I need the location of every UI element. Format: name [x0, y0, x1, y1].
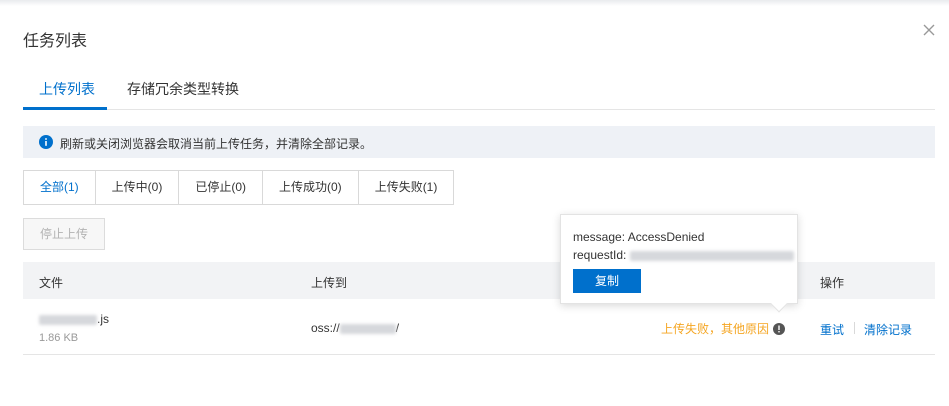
tab-storage-redundancy[interactable]: 存储冗余类型转换	[127, 79, 239, 99]
close-icon[interactable]	[919, 20, 939, 40]
table-header: 文件 上传到 操作	[23, 262, 935, 299]
clear-record-link[interactable]: 清除记录	[864, 321, 912, 338]
notice-text: 刷新或关闭浏览器会取消当前上传任务，并清除全部记录。	[60, 137, 373, 151]
header-dest: 上传到	[311, 276, 348, 290]
redacted-text	[629, 250, 794, 261]
file-size: 1.86 KB	[39, 332, 79, 344]
dialog-title: 任务列表	[23, 33, 88, 50]
retry-link[interactable]: 重试	[820, 321, 844, 338]
dest-prefix: oss://	[311, 321, 340, 335]
action-divider	[854, 322, 855, 334]
filter-failed[interactable]: 上传失败(1)	[357, 170, 455, 205]
request-id-line: requestId:	[573, 248, 794, 262]
filter-succeeded[interactable]: 上传成功(0)	[262, 170, 359, 205]
tab-bar: 上传列表 存储冗余类型转换	[23, 64, 935, 110]
destination-path: oss:// /	[311, 321, 399, 335]
stop-upload-button[interactable]: 停止上传	[23, 218, 105, 250]
file-extension: .js	[97, 312, 109, 326]
error-popover: message: AccessDenied requestId: 复制	[560, 214, 798, 304]
status-text: 上传失败，其他原因	[661, 322, 770, 336]
header-file: 文件	[39, 276, 64, 290]
info-notice: 刷新或关闭浏览器会取消当前上传任务，并清除全部记录。	[23, 126, 935, 158]
exclamation-icon[interactable]	[773, 322, 786, 335]
filter-all[interactable]: 全部(1)	[23, 170, 96, 205]
table-row: .js 1.86 KB oss:// / 上传失败，其他原因 重试 清除记录	[23, 299, 935, 355]
tab-upload-list[interactable]: 上传列表	[39, 79, 95, 99]
redacted-text	[339, 323, 396, 334]
filter-uploading[interactable]: 上传中(0)	[94, 170, 180, 205]
dest-suffix: /	[395, 321, 400, 335]
error-message: message: AccessDenied	[573, 230, 705, 244]
request-id-label: requestId:	[573, 248, 627, 262]
top-shadow	[0, 0, 949, 6]
filter-stopped[interactable]: 已停止(0)	[178, 170, 264, 205]
copy-button[interactable]: 复制	[573, 269, 641, 293]
info-icon	[39, 135, 53, 149]
active-tab-indicator	[23, 107, 107, 110]
header-actions: 操作	[820, 276, 845, 290]
file-name: .js	[39, 312, 109, 326]
redacted-text	[39, 314, 97, 325]
upload-status: 上传失败，其他原因	[661, 320, 786, 337]
status-filter-group: 全部(1) 上传中(0) 已停止(0) 上传成功(0) 上传失败(1)	[23, 170, 455, 205]
